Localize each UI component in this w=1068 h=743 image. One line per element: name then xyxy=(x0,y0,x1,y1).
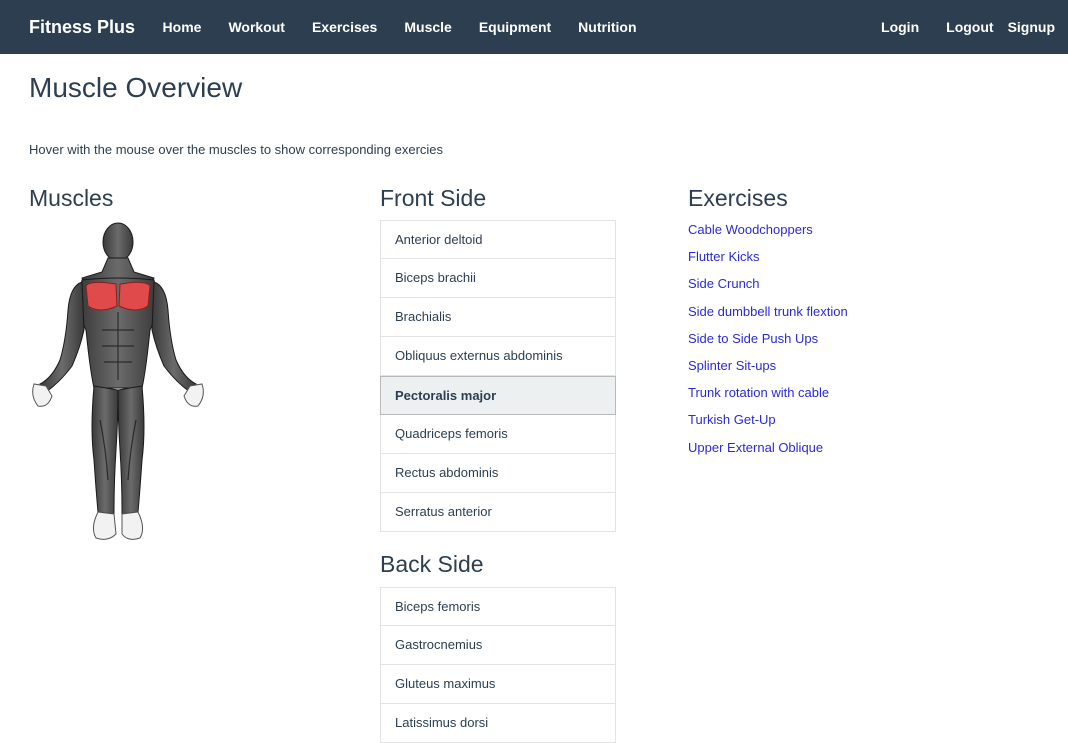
nav-workout[interactable]: Workout xyxy=(215,19,299,35)
nav-right: Login Logout Signup xyxy=(854,0,1055,54)
muscle-item-latissimus-dorsi[interactable]: Latissimus dorsi xyxy=(380,704,616,743)
exercise-item: Cable Woodchoppers xyxy=(688,221,848,248)
exercise-link-side-dumbbell-trunk-flextion[interactable]: Side dumbbell trunk flextion xyxy=(688,304,848,319)
left-foot-shape xyxy=(92,511,117,540)
muscle-item-rectus-abdominis[interactable]: Rectus abdominis xyxy=(380,454,616,493)
exercise-item: Flutter Kicks xyxy=(688,248,848,275)
exercise-link-turkish-get-up[interactable]: Turkish Get-Up xyxy=(688,412,776,427)
muscle-item-biceps-femoris[interactable]: Biceps femoris xyxy=(380,587,616,626)
exercise-link-side-to-side-push-ups[interactable]: Side to Side Push Ups xyxy=(688,331,818,346)
nav-equipment[interactable]: Equipment xyxy=(465,19,564,35)
nav-logout[interactable]: Logout xyxy=(919,19,993,35)
muscle-item-anterior-deltoid[interactable]: Anterior deltoid xyxy=(380,220,616,259)
nav-muscle[interactable]: Muscle xyxy=(391,19,465,35)
front-side-list: Anterior deltoid Biceps brachii Brachial… xyxy=(380,220,616,532)
exercise-item: Side Crunch xyxy=(688,275,848,302)
muscle-item-pectoralis-major[interactable]: Pectoralis major xyxy=(380,376,616,415)
exercise-item: Upper External Oblique xyxy=(688,439,848,466)
muscle-item-brachialis[interactable]: Brachialis xyxy=(380,298,616,337)
nav-nutrition[interactable]: Nutrition xyxy=(565,19,650,35)
back-side-list: Biceps femoris Gastrocnemius Gluteus max… xyxy=(380,587,616,743)
navbar: Fitness Plus Home Workout Exercises Musc… xyxy=(0,0,1068,54)
exercise-item: Splinter Sit-ups xyxy=(688,357,848,384)
right-foot-shape xyxy=(121,511,144,540)
brand-link[interactable]: Fitness Plus xyxy=(29,17,135,38)
muscle-item-quadriceps-femoris[interactable]: Quadriceps femoris xyxy=(380,415,616,454)
nav-login[interactable]: Login xyxy=(854,19,919,35)
exercise-link-upper-external-oblique[interactable]: Upper External Oblique xyxy=(688,440,823,455)
exercise-link-trunk-rotation-with-cable[interactable]: Trunk rotation with cable xyxy=(688,385,829,400)
front-side-heading: Front Side xyxy=(380,185,487,211)
muscle-item-obliquus-externus[interactable]: Obliquus externus abdominis xyxy=(380,337,616,376)
exercise-item: Side to Side Push Ups xyxy=(688,330,848,357)
muscle-item-gastrocnemius[interactable]: Gastrocnemius xyxy=(380,626,616,665)
exercise-list: Cable Woodchoppers Flutter Kicks Side Cr… xyxy=(688,221,848,466)
muscle-body-figure[interactable] xyxy=(30,220,208,545)
muscle-item-gluteus-maximus[interactable]: Gluteus maximus xyxy=(380,665,616,704)
exercise-item: Side dumbbell trunk flextion xyxy=(688,303,848,330)
exercise-link-side-crunch[interactable]: Side Crunch xyxy=(688,276,760,291)
exercise-item: Turkish Get-Up xyxy=(688,411,848,438)
muscle-item-biceps-brachii[interactable]: Biceps brachii xyxy=(380,259,616,298)
exercise-link-cable-woodchoppers[interactable]: Cable Woodchoppers xyxy=(688,222,813,237)
right-arm-shape[interactable] xyxy=(151,281,197,393)
page-title: Muscle Overview xyxy=(29,72,243,103)
exercises-heading: Exercises xyxy=(688,185,788,211)
exercise-link-flutter-kicks[interactable]: Flutter Kicks xyxy=(688,249,760,264)
nav-home[interactable]: Home xyxy=(149,19,215,35)
head-shape xyxy=(102,222,134,262)
hover-hint: Hover with the mouse over the muscles to… xyxy=(29,142,444,157)
muscle-item-serratus-anterior[interactable]: Serratus anterior xyxy=(380,493,616,532)
nav-left: Home Workout Exercises Muscle Equipment … xyxy=(149,19,650,35)
left-arm-shape[interactable] xyxy=(39,281,85,393)
pectoralis-right-highlight[interactable] xyxy=(118,281,151,311)
muscles-heading: Muscles xyxy=(29,185,114,211)
nav-signup[interactable]: Signup xyxy=(994,19,1055,35)
nav-exercises[interactable]: Exercises xyxy=(298,19,390,35)
exercise-link-splinter-sit-ups[interactable]: Splinter Sit-ups xyxy=(688,358,776,373)
pectoralis-left-highlight[interactable] xyxy=(85,281,118,311)
back-side-heading: Back Side xyxy=(380,551,484,577)
exercise-item: Trunk rotation with cable xyxy=(688,384,848,411)
